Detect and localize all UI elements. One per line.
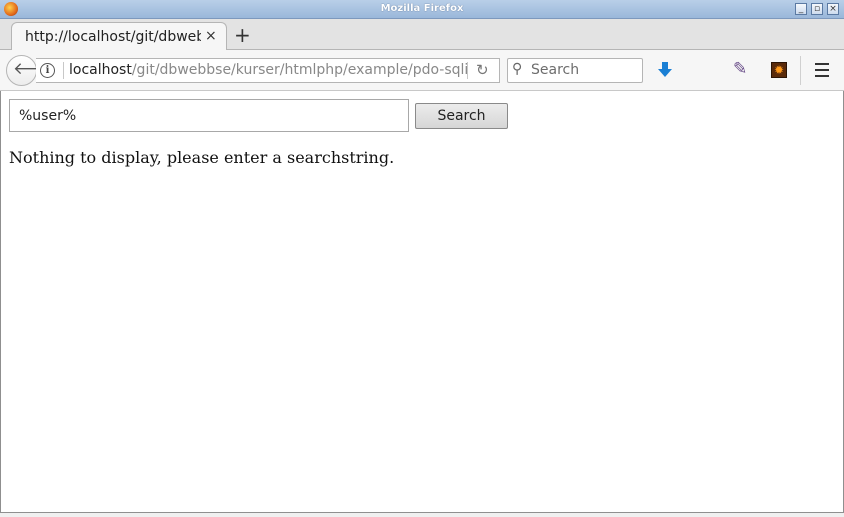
- extension-icon[interactable]: ✹: [771, 62, 787, 78]
- search-input[interactable]: [9, 99, 409, 132]
- tab-strip: http://localhost/git/dbwebbse/kurser/htm…: [0, 19, 844, 50]
- search-button[interactable]: Search: [415, 103, 508, 129]
- tab-close-icon[interactable]: ×: [205, 28, 217, 44]
- toolbar-separator: [800, 56, 801, 85]
- url-host: localhost: [69, 62, 132, 78]
- info-icon[interactable]: i: [40, 63, 55, 78]
- close-window-button[interactable]: ×: [827, 3, 839, 15]
- reload-icon[interactable]: ↻: [476, 61, 489, 79]
- download-icon[interactable]: [656, 61, 674, 79]
- url-bar[interactable]: i localhost/git/dbwebbse/kurser/htmlphp/…: [36, 58, 500, 83]
- url-text[interactable]: localhost/git/dbwebbse/kurser/htmlphp/ex…: [69, 62, 467, 78]
- tab-active[interactable]: http://localhost/git/dbwebbse/kurser/htm…: [11, 22, 227, 50]
- tab-title: http://localhost/git/dbwebbse/kurser/htm…: [25, 29, 201, 45]
- window-bottom-edge: [0, 512, 844, 517]
- search-bar[interactable]: ⚲ Search: [507, 58, 643, 83]
- search-icon: ⚲: [512, 61, 523, 77]
- url-divider: [63, 62, 64, 79]
- search-placeholder: Search: [531, 62, 580, 78]
- page-content: Search Nothing to display, please enter …: [0, 91, 844, 517]
- navigation-bar: 🡐 i localhost/git/dbwebbse/kurser/htmlph…: [0, 50, 844, 127]
- status-message: Nothing to display, please enter a searc…: [9, 148, 395, 167]
- url-path: /git/dbwebbse/kurser/htmlphp/example/pdo…: [131, 62, 467, 78]
- minimize-button[interactable]: _: [795, 3, 807, 15]
- color-picker-icon[interactable]: ✎: [733, 59, 751, 79]
- back-button[interactable]: 🡐: [6, 55, 59, 86]
- new-tab-button[interactable]: +: [234, 25, 251, 45]
- maximize-button[interactable]: ▫: [811, 3, 823, 15]
- url-divider: [467, 62, 468, 79]
- window-titlebar: Mozilla Firefox _ ▫ ×: [0, 0, 844, 19]
- hamburger-menu-icon[interactable]: [815, 63, 829, 77]
- window-title: Mozilla Firefox: [380, 3, 464, 14]
